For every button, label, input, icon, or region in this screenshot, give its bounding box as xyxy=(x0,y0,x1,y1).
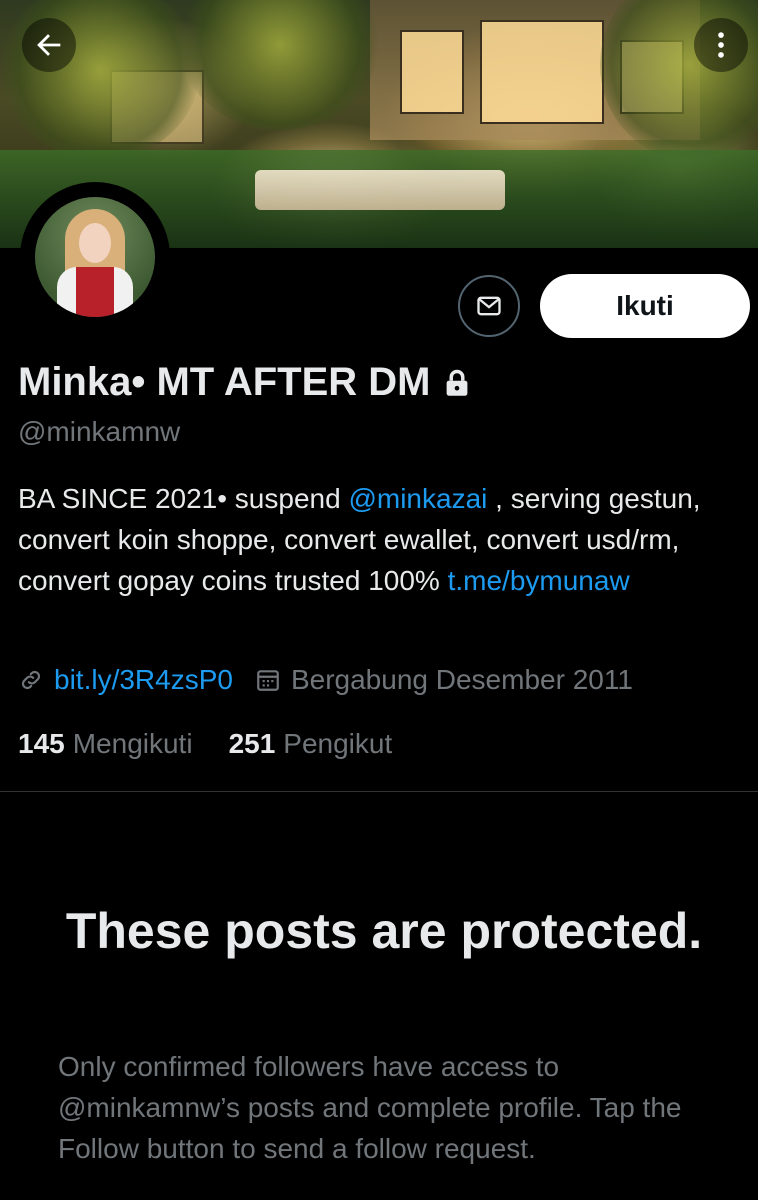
avatar-frame xyxy=(20,182,170,332)
bio-text: BA SINCE 2021• suspend xyxy=(18,483,349,514)
profile-bio: BA SINCE 2021• suspend @minkazai , servi… xyxy=(18,478,740,601)
link-icon xyxy=(18,667,44,693)
profile-handle: @minkamnw xyxy=(18,416,181,447)
followers-label: Pengikut xyxy=(283,728,393,759)
banner-window xyxy=(400,30,464,114)
following-count: 145 xyxy=(18,728,65,759)
divider xyxy=(0,791,758,792)
lock-icon xyxy=(443,368,471,398)
joined-date: Bergabung Desember 2011 xyxy=(290,664,633,695)
banner-tree xyxy=(180,0,380,130)
protected-description: Only confirmed followers have access to … xyxy=(58,1051,682,1164)
follow-button[interactable]: Ikuti xyxy=(540,274,750,338)
bio-mention-link[interactable]: @minkazai xyxy=(348,483,487,514)
more-options-button[interactable] xyxy=(694,18,748,72)
avatar[interactable] xyxy=(35,197,155,317)
following-stat[interactable]: 145 Mengikuti xyxy=(18,728,193,760)
message-button[interactable] xyxy=(458,275,520,337)
profile-stats: 145 Mengikuti 251 Pengikut xyxy=(18,728,392,760)
bio-url-link[interactable]: t.me/bymunaw xyxy=(448,565,630,596)
arrow-left-icon xyxy=(37,34,61,56)
profile-meta: bit.ly/3R4zsP0 Bergabung Desember 2011 xyxy=(18,664,633,696)
banner-sofa xyxy=(255,170,505,210)
avatar-face xyxy=(79,223,111,263)
profile-name-row: Minka• MT AFTER DM xyxy=(18,360,471,405)
more-vertical-icon xyxy=(718,32,724,58)
banner-window xyxy=(480,20,604,124)
following-label: Mengikuti xyxy=(72,728,193,759)
envelope-icon xyxy=(477,296,501,316)
website-link[interactable]: bit.ly/3R4zsP0 xyxy=(54,664,233,696)
display-name: Minka• MT AFTER DM xyxy=(18,360,431,404)
protected-title: These posts are protected. xyxy=(65,903,703,959)
followers-count: 251 xyxy=(228,728,276,759)
calendar-icon xyxy=(255,667,281,693)
back-button[interactable] xyxy=(22,18,76,72)
followers-stat[interactable]: 251 Pengikut xyxy=(229,728,393,760)
avatar-outfit xyxy=(57,267,133,317)
